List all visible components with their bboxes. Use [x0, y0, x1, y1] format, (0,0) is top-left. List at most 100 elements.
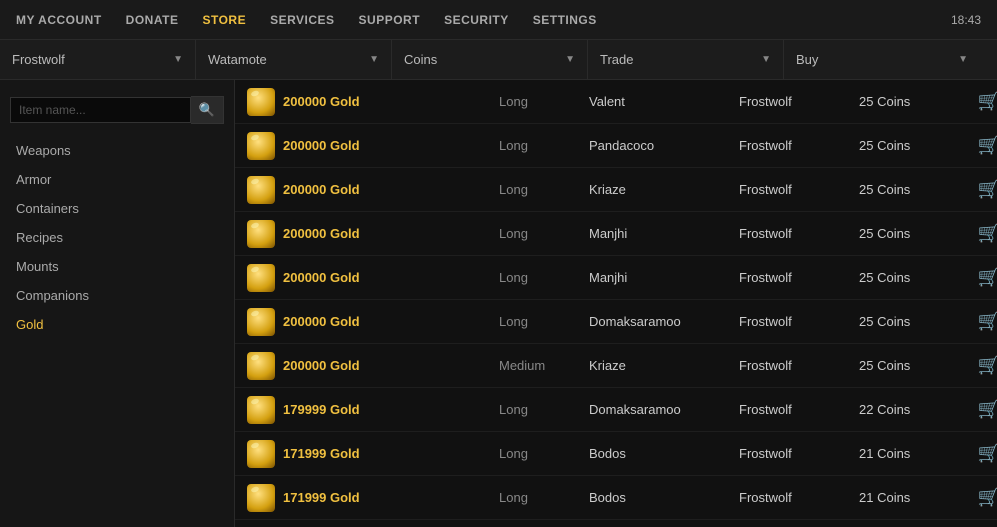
cell-buy: 🛒	[959, 439, 997, 468]
nav-my-account[interactable]: MY ACCOUNT	[16, 13, 102, 27]
item-name: 200000 Gold	[283, 314, 360, 329]
cell-realm: Frostwolf	[739, 314, 859, 329]
sidebar-item-companions[interactable]: Companions	[0, 281, 234, 310]
sidebar-item-gold[interactable]: Gold	[0, 310, 234, 339]
realm-filter[interactable]: Frostwolf ▼	[0, 40, 196, 79]
cell-price: 25 Coins	[859, 138, 959, 153]
item-name: 171999 Gold	[283, 490, 360, 505]
buy-button[interactable]: 🛒	[970, 87, 997, 116]
cell-item: 171999 Gold	[239, 440, 499, 468]
table-row[interactable]: 200000 Gold Long Manjhi Frostwolf 25 Coi…	[235, 256, 997, 300]
buy-button[interactable]: 🛒	[970, 395, 997, 424]
sidebar-item-mounts[interactable]: Mounts	[0, 252, 234, 281]
cell-duration: Long	[499, 402, 589, 417]
cell-buy: 🛒	[959, 307, 997, 336]
buy-button[interactable]: 🛒	[970, 483, 997, 512]
clock: 18:43	[951, 13, 981, 27]
currency-filter[interactable]: Coins ▼	[392, 40, 588, 79]
cell-price: 21 Coins	[859, 490, 959, 505]
nav-settings[interactable]: SETTINGS	[533, 13, 597, 27]
table-row[interactable]: 200000 Gold Long Domaksaramoo Frostwolf …	[235, 300, 997, 344]
cell-duration: Long	[499, 182, 589, 197]
nav-store[interactable]: STORE	[202, 13, 246, 27]
sidebar-item-weapons[interactable]: Weapons	[0, 136, 234, 165]
table-row[interactable]: 200000 Gold Long Pandacoco Frostwolf 25 …	[235, 124, 997, 168]
seller-chevron-icon: ▼	[369, 54, 379, 65]
cell-duration: Long	[499, 138, 589, 153]
item-name: 179999 Gold	[283, 402, 360, 417]
nav-services[interactable]: SERVICES	[270, 13, 334, 27]
realm-chevron-icon: ▼	[173, 54, 183, 65]
nav-donate[interactable]: DONATE	[126, 13, 179, 27]
buy-button[interactable]: 🛒	[970, 351, 997, 380]
cell-item: 171999 Gold	[239, 484, 499, 512]
rows-container: 200000 Gold Long Valent Frostwolf 25 Coi…	[235, 80, 997, 527]
cell-buy: 🛒	[959, 483, 997, 512]
cell-price: 22 Coins	[859, 402, 959, 417]
cell-buy: 🛒	[959, 87, 997, 116]
cell-item: 200000 Gold	[239, 352, 499, 380]
table-row[interactable]: 200000 Gold Long Kriaze Frostwolf 25 Coi…	[235, 168, 997, 212]
sidebar-item-containers[interactable]: Containers	[0, 194, 234, 223]
cell-item: 200000 Gold	[239, 264, 499, 292]
cell-item: 200000 Gold	[239, 308, 499, 336]
cell-duration: Long	[499, 94, 589, 109]
cell-seller: Pandacoco	[589, 138, 739, 153]
seller-filter[interactable]: Watamote ▼	[196, 40, 392, 79]
buy-button[interactable]: 🛒	[970, 307, 997, 336]
cell-price: 25 Coins	[859, 182, 959, 197]
cell-realm: Frostwolf	[739, 446, 859, 461]
buy-value: Buy	[796, 52, 818, 67]
cell-duration: Long	[499, 314, 589, 329]
buy-button[interactable]: 🛒	[970, 175, 997, 204]
search-input[interactable]	[10, 97, 191, 123]
gold-icon	[247, 176, 275, 204]
table-row[interactable]: 179999 Gold Long Domaksaramoo Frostwolf …	[235, 388, 997, 432]
search-button[interactable]: 🔍	[191, 96, 224, 124]
cell-seller: Manjhi	[589, 226, 739, 241]
trade-value: Trade	[600, 52, 633, 67]
cell-duration: Long	[499, 226, 589, 241]
buy-chevron-icon: ▼	[958, 54, 968, 65]
cell-item: 200000 Gold	[239, 176, 499, 204]
nav-support[interactable]: SUPPORT	[359, 13, 421, 27]
item-name: 200000 Gold	[283, 94, 360, 109]
cell-seller: Domaksaramoo	[589, 314, 739, 329]
trade-filter[interactable]: Trade ▼	[588, 40, 784, 79]
buy-button[interactable]: 🛒	[970, 263, 997, 292]
table-row[interactable]: 200000 Gold Medium Kriaze Frostwolf 25 C…	[235, 344, 997, 388]
cell-price: 25 Coins	[859, 94, 959, 109]
cell-seller: Kriaze	[589, 182, 739, 197]
buy-button[interactable]: 🛒	[970, 131, 997, 160]
nav-security[interactable]: SECURITY	[444, 13, 509, 27]
cell-price: 25 Coins	[859, 226, 959, 241]
item-name: 171999 Gold	[283, 446, 360, 461]
table-row[interactable]: 200000 Gold Long Manjhi Frostwolf 25 Coi…	[235, 212, 997, 256]
cell-buy: 🛒	[959, 131, 997, 160]
buy-button[interactable]: 🛒	[970, 439, 997, 468]
cell-seller: Domaksaramoo	[589, 402, 739, 417]
cell-buy: 🛒	[959, 219, 997, 248]
cell-price: 25 Coins	[859, 358, 959, 373]
cell-duration: Long	[499, 270, 589, 285]
item-name: 200000 Gold	[283, 138, 360, 153]
gold-icon	[247, 264, 275, 292]
cell-duration: Long	[499, 490, 589, 505]
table-row[interactable]: 200000 Gold Long Valent Frostwolf 25 Coi…	[235, 80, 997, 124]
item-name: 200000 Gold	[283, 358, 360, 373]
table-row[interactable]: 171999 Gold Long Bodos Frostwolf 21 Coin…	[235, 432, 997, 476]
gold-icon	[247, 484, 275, 512]
item-name: 200000 Gold	[283, 270, 360, 285]
cell-realm: Frostwolf	[739, 226, 859, 241]
item-name: 200000 Gold	[283, 182, 360, 197]
buy-filter[interactable]: Buy ▼	[784, 40, 980, 79]
sidebar-item-armor[interactable]: Armor	[0, 165, 234, 194]
sidebar-item-recipes[interactable]: Recipes	[0, 223, 234, 252]
nav-links: MY ACCOUNT DONATE STORE SERVICES SUPPORT…	[16, 13, 597, 27]
cell-price: 25 Coins	[859, 270, 959, 285]
cell-price: 21 Coins	[859, 446, 959, 461]
buy-button[interactable]: 🛒	[970, 219, 997, 248]
cell-buy: 🛒	[959, 395, 997, 424]
table-row[interactable]: 171999 Gold Long Bodos Frostwolf 21 Coin…	[235, 476, 997, 520]
cell-realm: Frostwolf	[739, 402, 859, 417]
